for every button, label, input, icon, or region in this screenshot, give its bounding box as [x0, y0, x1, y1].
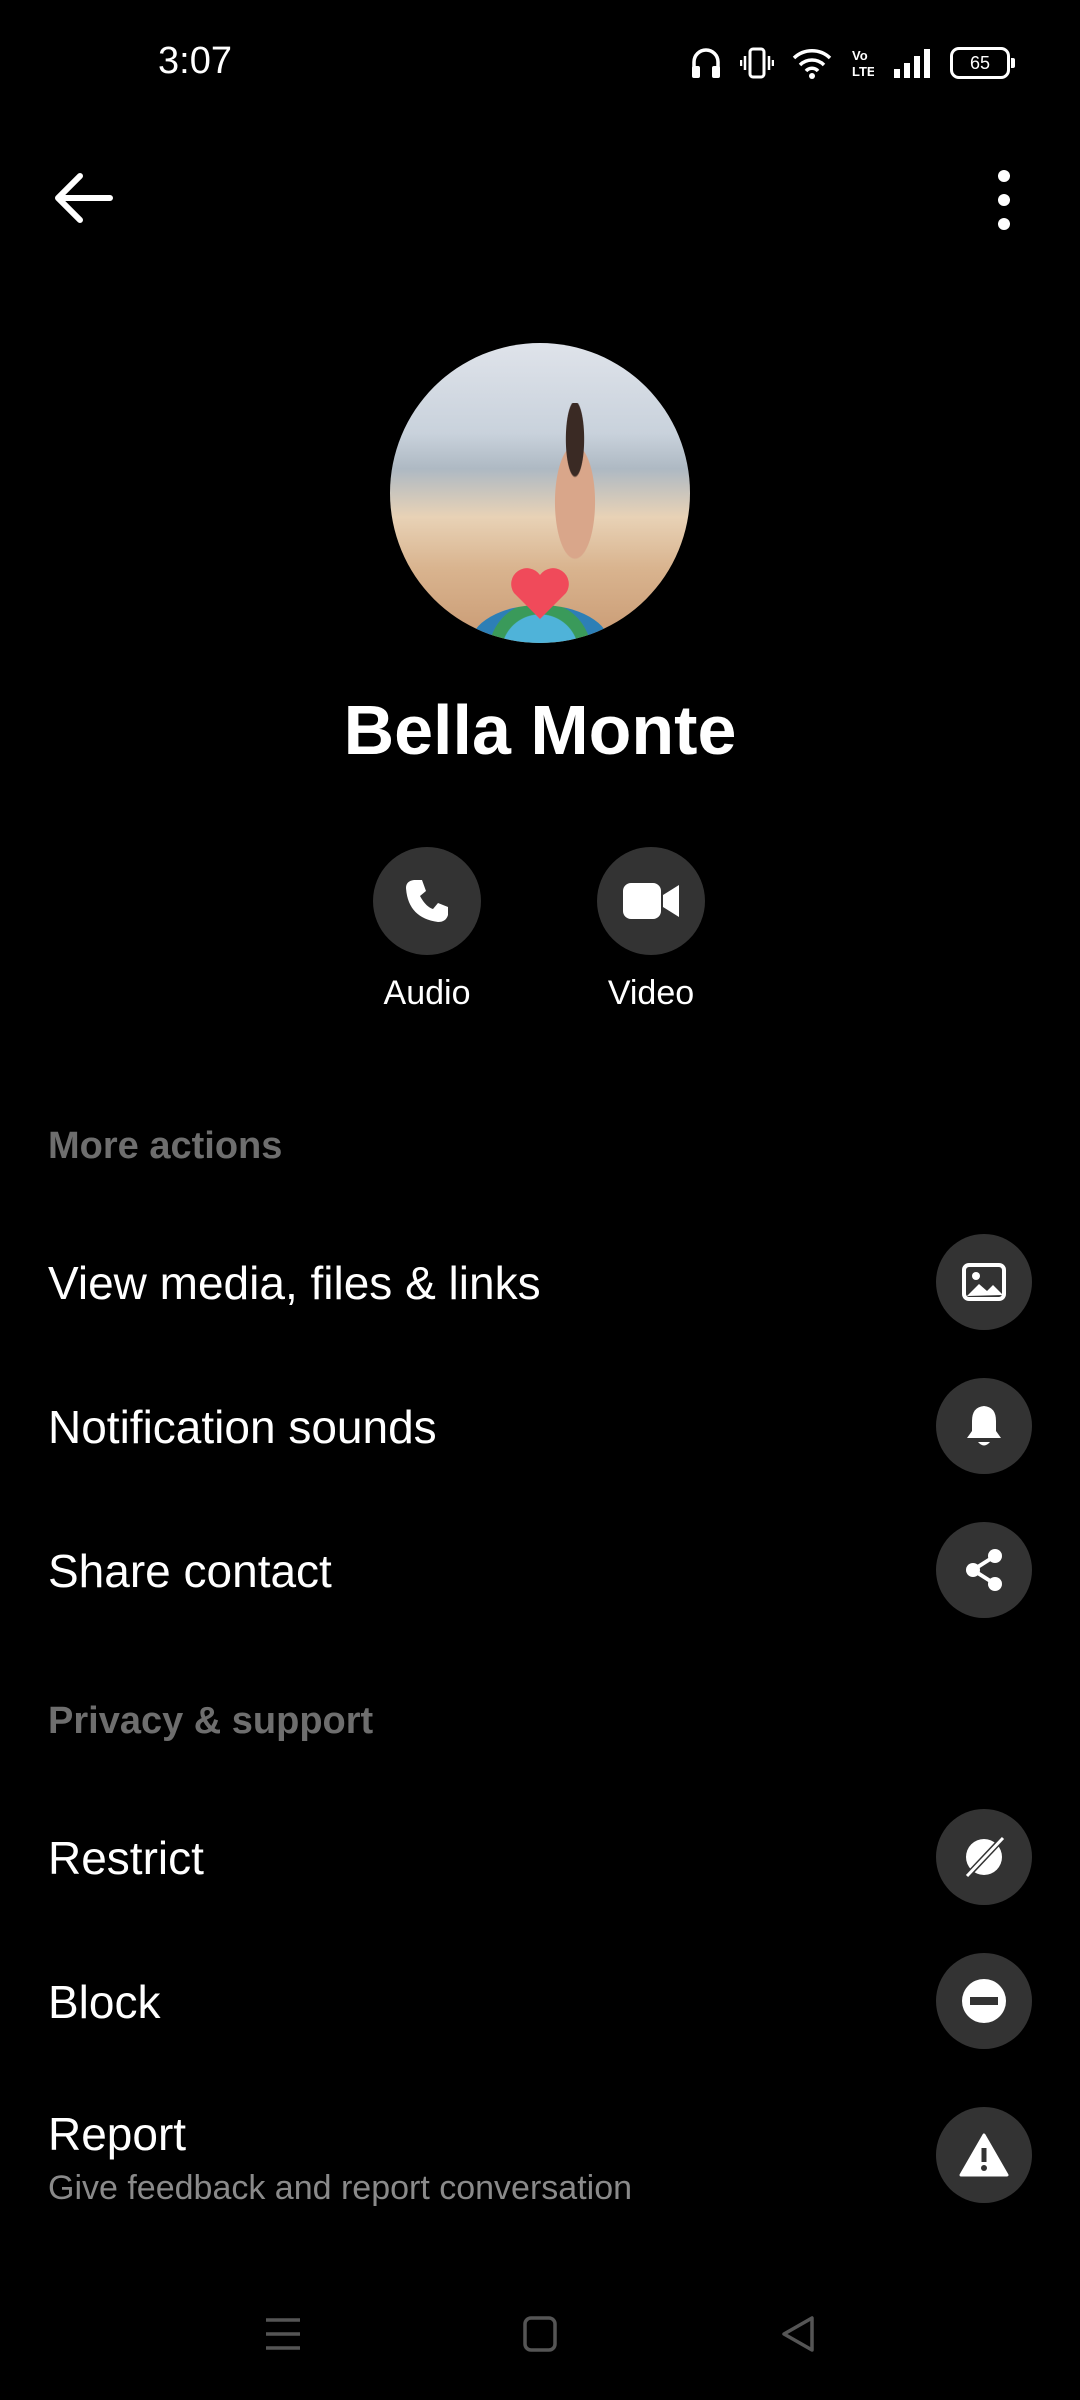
- back-triangle-icon[interactable]: [780, 2314, 816, 2354]
- status-time: 3:07: [158, 40, 232, 82]
- status-icons: Vo LTE 65: [690, 46, 1015, 80]
- heart-icon: [511, 568, 569, 619]
- back-arrow-icon[interactable]: [48, 168, 120, 228]
- warning-icon: [936, 2107, 1032, 2203]
- notification-sounds-label: Notification sounds: [48, 1401, 437, 1453]
- notification-sounds-row[interactable]: Notification sounds: [0, 1366, 1080, 1486]
- more-vertical-icon[interactable]: [984, 168, 1024, 232]
- report-sublabel: Give feedback and report conversation: [48, 2169, 633, 2207]
- image-icon: [936, 1234, 1032, 1330]
- menu-icon[interactable]: [264, 2314, 302, 2354]
- block-label: Block: [48, 1976, 161, 2028]
- phone-icon: [406, 880, 448, 922]
- share-icon: [936, 1522, 1032, 1618]
- system-nav-bar: [0, 2290, 1080, 2380]
- report-row[interactable]: Report Give feedback and report conversa…: [0, 2085, 1080, 2235]
- wifi-icon: [792, 49, 832, 79]
- privacy-support-heading: Privacy & support: [48, 1700, 374, 1742]
- profile-name: Bella Monte: [343, 691, 737, 769]
- video-call-label: Video: [607, 974, 695, 1012]
- share-contact-row[interactable]: Share contact: [0, 1510, 1080, 1630]
- volte-icon: Vo LTE: [852, 48, 874, 79]
- view-media-label: View media, files & links: [48, 1257, 541, 1309]
- audio-call-label: Audio: [383, 974, 471, 1012]
- view-media-row[interactable]: View media, files & links: [0, 1222, 1080, 1342]
- profile-avatar[interactable]: [390, 343, 690, 643]
- vibrate-icon: [740, 47, 774, 79]
- audio-call-button[interactable]: [373, 847, 481, 955]
- signal-icon: [894, 49, 930, 78]
- restrict-label: Restrict: [48, 1832, 204, 1884]
- block-row[interactable]: Block: [0, 1941, 1080, 2061]
- bell-icon: [936, 1378, 1032, 1474]
- block-icon: [936, 1953, 1032, 2049]
- video-camera-icon: [623, 883, 679, 919]
- more-actions-heading: More actions: [48, 1125, 283, 1167]
- headphones-icon: [692, 48, 720, 78]
- svg-text:Vo: Vo: [852, 48, 868, 63]
- battery-icon: 65: [950, 47, 1015, 79]
- avatar-photo: [540, 403, 610, 583]
- restrict-row[interactable]: Restrict: [0, 1797, 1080, 1917]
- svg-text:LTE: LTE: [852, 64, 874, 79]
- report-label: Report: [48, 2108, 187, 2160]
- home-square-icon[interactable]: [522, 2314, 558, 2354]
- restrict-icon: [936, 1809, 1032, 1905]
- video-call-button[interactable]: [597, 847, 705, 955]
- share-contact-label: Share contact: [48, 1545, 332, 1597]
